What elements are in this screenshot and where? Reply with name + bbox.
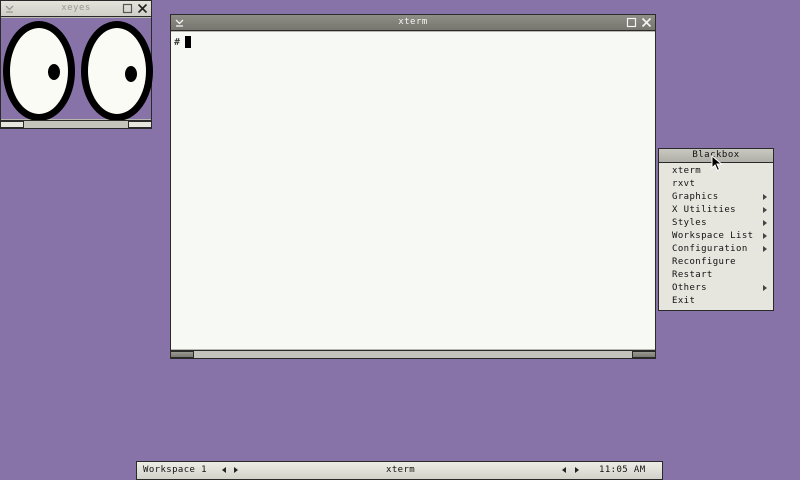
menu-item-label: Exit <box>672 296 696 306</box>
menu-item-label: xterm <box>672 166 702 176</box>
menu-item-label: Reconfigure <box>672 257 737 267</box>
prev-window-icon[interactable] <box>562 467 566 473</box>
left-eye <box>3 21 75 121</box>
menu-item-label: Graphics <box>672 192 719 202</box>
xeyes-handle[interactable] <box>0 120 152 128</box>
menu-item-label: Others <box>672 283 707 293</box>
menu-item-reconfigure[interactable]: Reconfigure <box>659 256 773 269</box>
menu-item-label: X Utilities <box>672 205 737 215</box>
right-pupil <box>125 66 137 82</box>
toolbar[interactable]: Workspace 1 xterm 11:05 AM <box>136 461 663 480</box>
menu-item-label: Workspace List <box>672 231 754 241</box>
submenu-arrow-icon <box>763 246 767 252</box>
submenu-arrow-icon <box>763 285 767 291</box>
xterm-left-grip[interactable] <box>170 351 194 358</box>
terminal-line: # <box>174 36 192 48</box>
xterm-titlebar[interactable]: xterm <box>171 15 655 31</box>
left-pupil <box>48 64 60 80</box>
menu-item-rxvt[interactable]: rxvt <box>659 178 773 191</box>
submenu-arrow-icon <box>763 220 767 226</box>
mouse-pointer-icon <box>711 154 723 175</box>
next-workspace-icon[interactable] <box>234 467 238 473</box>
text-cursor <box>185 36 192 48</box>
shell-prompt: # <box>174 36 181 48</box>
menu-item-label: Configuration <box>672 244 748 254</box>
menu-item-exit[interactable]: Exit <box>659 295 773 308</box>
terminal-area[interactable]: # <box>171 32 655 349</box>
maximize-icon[interactable] <box>625 16 638 29</box>
menu-item-label: Restart <box>672 270 713 280</box>
xterm-window[interactable]: xterm # <box>170 14 656 359</box>
focused-window-label: xterm <box>386 465 416 475</box>
submenu-arrow-icon <box>763 207 767 213</box>
menu-item-configuration[interactable]: Configuration <box>659 243 773 256</box>
right-eye <box>81 21 153 121</box>
close-icon[interactable] <box>640 16 653 29</box>
menu-item-x-utilities[interactable]: X Utilities <box>659 204 773 217</box>
submenu-arrow-icon <box>763 233 767 239</box>
xterm-handle[interactable] <box>170 350 656 358</box>
prev-workspace-icon[interactable] <box>222 467 226 473</box>
menu-item-others[interactable]: Others <box>659 282 773 295</box>
xeyes-window[interactable]: xeyes <box>0 0 153 129</box>
xeyes-right-grip[interactable] <box>128 121 152 128</box>
xterm-title: xterm <box>398 17 428 27</box>
xeyes-titlebar[interactable]: xeyes <box>1 1 151 17</box>
workspace-label[interactable]: Workspace 1 <box>143 465 207 475</box>
maximize-icon[interactable] <box>121 2 134 15</box>
xeyes-client <box>1 18 153 121</box>
clock: 11:05 AM <box>599 465 646 475</box>
close-icon[interactable] <box>136 2 149 15</box>
next-window-icon[interactable] <box>575 467 579 473</box>
xterm-right-grip[interactable] <box>632 351 656 358</box>
menu-item-label: Styles <box>672 218 707 228</box>
menu-item-graphics[interactable]: Graphics <box>659 191 773 204</box>
menu-item-workspace-list[interactable]: Workspace List <box>659 230 773 243</box>
menu-item-label: rxvt <box>672 179 696 189</box>
menu-item-styles[interactable]: Styles <box>659 217 773 230</box>
desktop[interactable]: { "colors": { "desktop": "#8873a8", "tit… <box>0 0 800 480</box>
xeyes-left-grip[interactable] <box>0 121 24 128</box>
submenu-arrow-icon <box>763 194 767 200</box>
menu-item-restart[interactable]: Restart <box>659 269 773 282</box>
